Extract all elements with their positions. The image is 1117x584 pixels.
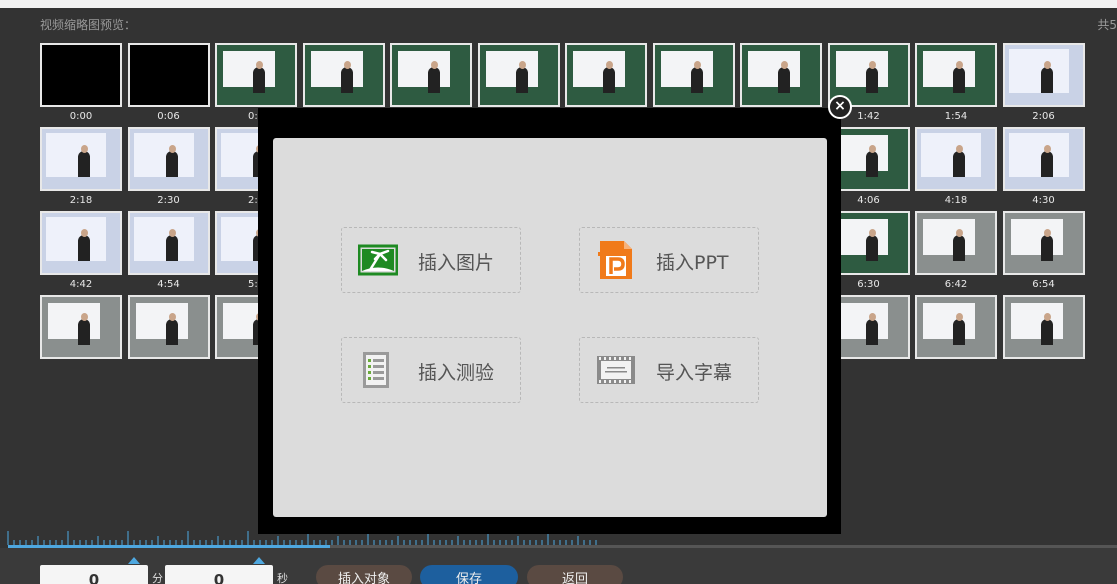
video-thumbnail[interactable] (40, 295, 122, 359)
subtitle-icon (597, 356, 635, 384)
video-thumbnail[interactable] (1002, 43, 1085, 107)
video-thumbnail[interactable] (1002, 295, 1085, 359)
minutes-unit: 分 (152, 572, 163, 584)
save-button[interactable]: 保存 (420, 565, 518, 584)
thumbnail-preview-title: 视频缩略图预览： (40, 18, 137, 32)
seconds-value: 0 (213, 571, 225, 584)
thumbnail-time-label: 4:18 (944, 195, 968, 206)
thumbnail-time-label: 0:00 (69, 111, 93, 122)
minutes-up-arrow-icon[interactable] (128, 557, 140, 564)
video-thumbnail[interactable] (1002, 211, 1085, 275)
video-thumbnail[interactable] (565, 43, 647, 107)
minutes-value: 0 (88, 571, 100, 584)
thumbnail-time-label: 2:06 (1032, 111, 1055, 122)
video-thumbnail[interactable] (915, 295, 997, 359)
video-thumbnail[interactable] (127, 43, 210, 107)
import-subtitle-button[interactable]: 导入字幕 (579, 337, 759, 403)
image-icon (358, 244, 398, 276)
thumbnail-time-label: 4:42 (69, 279, 93, 290)
video-thumbnail[interactable] (390, 43, 472, 107)
seconds-stepper[interactable]: 0 (165, 557, 273, 584)
control-bar: 0 分 0 秒 插入对象 保存 返回 (0, 548, 1117, 584)
video-thumbnail[interactable] (1002, 127, 1085, 191)
video-thumbnail[interactable] (740, 43, 822, 107)
video-thumbnail[interactable] (40, 211, 122, 275)
video-thumbnail[interactable] (915, 127, 997, 191)
video-thumbnail[interactable] (127, 127, 210, 191)
thumbnail-time-label: 0:06 (157, 111, 180, 122)
thumbnail-time-label: 1:54 (944, 111, 968, 122)
close-icon: × (834, 98, 846, 114)
insert-image-button[interactable]: 插入图片 (341, 227, 521, 293)
video-thumbnail[interactable] (652, 43, 735, 107)
thumbnail-time-label: 2:18 (69, 195, 93, 206)
video-thumbnail[interactable] (302, 43, 385, 107)
insert-dialog-panel: 插入图片 插入PPT 插入测验 导入字幕 (273, 138, 827, 517)
quiz-icon (363, 352, 389, 388)
insert-object-button[interactable]: 插入对象 (316, 565, 412, 584)
insert-image-label: 插入图片 (418, 252, 495, 274)
thumbnail-time-label: 6:42 (944, 279, 968, 290)
seconds-unit: 秒 (277, 572, 288, 584)
thumbnail-time-label: 4:30 (1032, 195, 1055, 206)
minutes-stepper[interactable]: 0 (40, 557, 148, 584)
back-button[interactable]: 返回 (527, 565, 623, 584)
close-dialog-button[interactable]: × (828, 95, 852, 119)
video-thumbnail[interactable] (40, 127, 122, 191)
insert-ppt-label: 插入PPT (656, 252, 729, 274)
thumbnail-count: 共5 (1097, 18, 1117, 32)
video-thumbnail[interactable] (127, 295, 210, 359)
video-thumbnail[interactable] (215, 43, 297, 107)
top-bar (0, 0, 1117, 8)
video-editor: 视频缩略图预览： 共5 0:00 0:06 0:1 1:42 1:54 2:06 2:18 2… (0, 0, 1117, 584)
thumbnail-time-label: 6:54 (1032, 279, 1055, 290)
insert-dialog: 插入图片 插入PPT 插入测验 导入字幕 (258, 108, 841, 534)
video-thumbnail[interactable] (477, 43, 560, 107)
thumbnail-time-label: 4:54 (157, 279, 180, 290)
video-thumbnail[interactable] (915, 43, 997, 107)
thumbnail-time-label: 2:30 (157, 195, 180, 206)
import-subtitle-label: 导入字幕 (656, 362, 733, 384)
video-thumbnail[interactable] (127, 211, 210, 275)
video-thumbnail[interactable] (40, 43, 122, 107)
video-thumbnail[interactable] (915, 211, 997, 275)
insert-quiz-label: 插入测验 (418, 362, 495, 384)
seconds-up-arrow-icon[interactable] (253, 557, 265, 564)
insert-ppt-button[interactable]: 插入PPT (579, 227, 759, 293)
insert-quiz-button[interactable]: 插入测验 (341, 337, 521, 403)
ppt-icon (598, 241, 632, 279)
